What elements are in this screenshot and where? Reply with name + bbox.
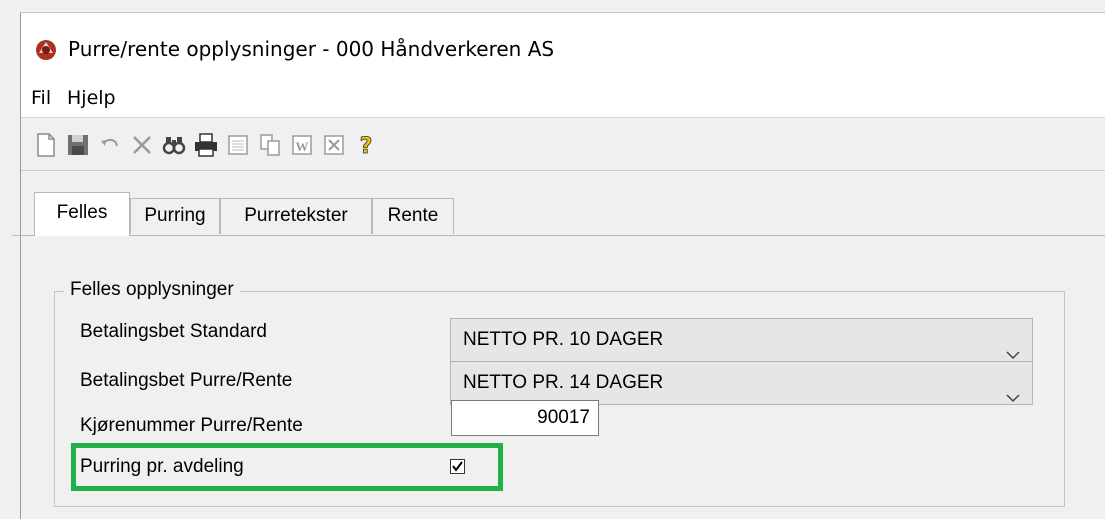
toolbar: W ?: [21, 118, 1105, 171]
delete-icon[interactable]: [129, 132, 155, 158]
purring-avdeling-label: Purring pr. avdeling: [80, 456, 244, 477]
betalingsbet-purre-value: NETTO PR. 14 DAGER: [463, 372, 664, 393]
tab-strip: Felles Purring Purretekster Rente: [12, 192, 1105, 236]
betalingsbet-standard-select[interactable]: NETTO PR. 10 DAGER: [450, 318, 1033, 362]
betalingsbet-purre-label: Betalingsbet Purre/Rente: [80, 370, 293, 391]
betalingsbet-standard-value: NETTO PR. 10 DAGER: [463, 329, 664, 350]
betalingsbet-standard-label: Betalingsbet Standard: [80, 321, 267, 342]
group-title: Felles opplysninger: [64, 279, 240, 301]
purring-avdeling-checkbox[interactable]: [450, 459, 465, 474]
chevron-down-icon: [1006, 334, 1020, 360]
kjorenummer-label: Kjørenummer Purre/Rente: [80, 415, 303, 436]
tab-divider: [12, 235, 1105, 236]
print-icon[interactable]: [193, 132, 219, 158]
betalingsbet-purre-select[interactable]: NETTO PR. 14 DAGER: [450, 361, 1033, 405]
title-bar: Purre/rente opplysninger - 000 Håndverke…: [21, 13, 1105, 77]
tab-rente[interactable]: Rente: [372, 198, 454, 234]
undo-icon[interactable]: [97, 132, 123, 158]
tab-purring[interactable]: Purring: [130, 198, 220, 234]
menu-fil[interactable]: Fil: [31, 87, 51, 109]
search-icon[interactable]: [161, 132, 187, 158]
help-icon[interactable]: ?: [353, 132, 379, 158]
excel-icon[interactable]: [321, 132, 347, 158]
chevron-down-icon: [1006, 377, 1020, 403]
preview-icon[interactable]: [225, 132, 251, 158]
word-icon[interactable]: W: [289, 132, 315, 158]
app-icon: [35, 39, 57, 61]
menu-bar: Fil Hjelp: [21, 77, 1105, 118]
new-icon[interactable]: [33, 132, 59, 158]
checkmark-icon: [452, 461, 463, 472]
svg-text:?: ?: [360, 134, 373, 158]
tab-purretekster[interactable]: Purretekster: [220, 198, 372, 234]
kjorenummer-input[interactable]: 90017: [451, 400, 599, 436]
svg-text:W: W: [296, 139, 309, 154]
tab-felles[interactable]: Felles: [34, 192, 130, 236]
save-icon[interactable]: [65, 132, 91, 158]
copy-icon[interactable]: [257, 132, 283, 158]
menu-hjelp[interactable]: Hjelp: [67, 87, 116, 109]
window-title: Purre/rente opplysninger - 000 Håndverke…: [68, 37, 555, 61]
